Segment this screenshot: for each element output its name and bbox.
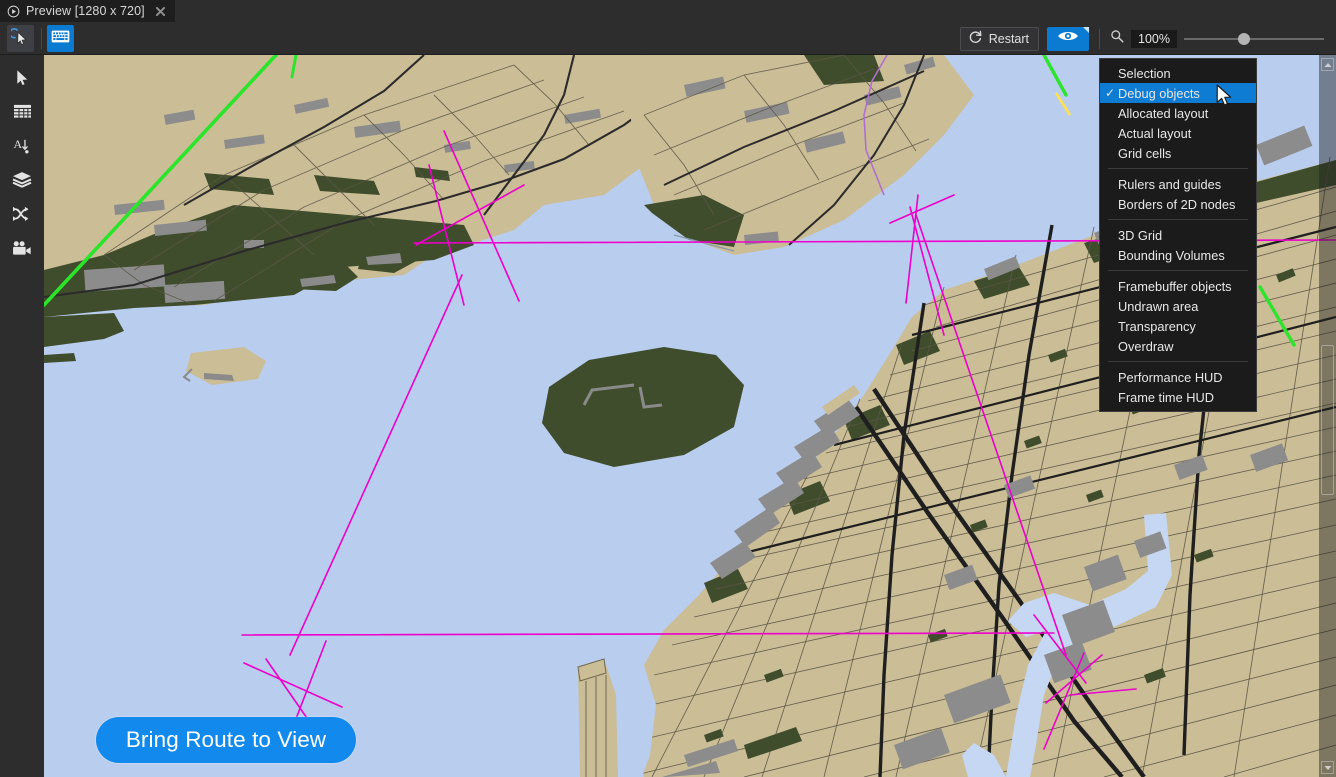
menu-item-label: Frame time HUD xyxy=(1118,390,1214,405)
arrow-pointer-icon xyxy=(14,69,31,91)
toolbar-divider xyxy=(41,28,42,49)
eye-icon xyxy=(1057,29,1079,48)
menu-item-selection[interactable]: Selection xyxy=(1100,63,1256,83)
menu-item-label: Allocated layout xyxy=(1118,106,1208,121)
menu-item-framebuffer-objects[interactable]: Framebuffer objects xyxy=(1100,276,1256,296)
menu-item-label: Actual layout xyxy=(1118,126,1191,141)
table-grid-icon xyxy=(13,103,32,125)
menu-item-rulers-and-guides[interactable]: Rulers and guides xyxy=(1100,174,1256,194)
menu-item-label: Debug objects xyxy=(1118,86,1200,101)
menu-item-label: 3D Grid xyxy=(1118,228,1162,243)
close-icon[interactable] xyxy=(154,5,167,18)
sidebar-item-flow[interactable] xyxy=(0,199,44,233)
restart-circular-arrow-icon xyxy=(968,30,983,48)
sidebar-item-table[interactable] xyxy=(0,97,44,131)
corner-triangle-icon xyxy=(1083,27,1089,33)
restart-label: Restart xyxy=(989,32,1029,46)
play-circle-icon xyxy=(7,5,20,18)
debug-visualization-menu[interactable]: Selection✓Debug objects Allocated layout A… xyxy=(1099,58,1257,412)
sidebar-item-fonts[interactable]: A xyxy=(0,131,44,165)
menu-item-label: Framebuffer objects xyxy=(1118,279,1232,294)
menu-item-label: Bounding Volumes xyxy=(1118,248,1225,263)
menu-item-performance-hud[interactable]: Performance HUD xyxy=(1100,367,1256,387)
menu-item-overdraw[interactable]: Overdraw xyxy=(1100,336,1256,356)
keyboard-icon xyxy=(51,29,70,49)
menu-item-label: Grid cells xyxy=(1118,146,1171,161)
menu-item-label: Transparency xyxy=(1118,319,1196,334)
menu-item-undrawn-area[interactable]: Undrawn area xyxy=(1100,296,1256,316)
checkmark-icon: ✓ xyxy=(1105,86,1115,100)
menu-item-3d-grid[interactable]: 3D Grid xyxy=(1100,225,1256,245)
viewport-vertical-scrollbar[interactable] xyxy=(1319,55,1336,777)
menu-item-actual-layout[interactable]: Actual layout xyxy=(1100,123,1256,143)
debug-visualization-button[interactable] xyxy=(1047,27,1089,51)
tab-title: Preview [1280 x 720] xyxy=(26,4,145,18)
bring-route-to-view-button[interactable]: Bring Route to View xyxy=(96,717,356,763)
menu-item-label: Rulers and guides xyxy=(1118,177,1221,192)
menu-separator xyxy=(1108,168,1248,169)
text-sort-icon: A xyxy=(13,137,32,160)
zoom-slider-knob[interactable] xyxy=(1238,33,1250,45)
branch-merge-icon xyxy=(12,205,32,228)
menu-item-label: Overdraw xyxy=(1118,339,1173,354)
menu-item-label: Selection xyxy=(1118,66,1171,81)
toolbar-divider-2 xyxy=(1099,29,1100,49)
toolbar-right-group: Restart 100% xyxy=(960,22,1336,55)
menu-item-label: Undrawn area xyxy=(1118,299,1198,314)
tab-preview[interactable]: Preview [1280 x 720] xyxy=(0,0,175,22)
left-tool-dock: A xyxy=(0,55,44,777)
zoom-slider[interactable] xyxy=(1184,32,1324,46)
sidebar-item-select[interactable] xyxy=(0,63,44,97)
triangle-down-icon[interactable] xyxy=(1321,761,1334,774)
layers-stack-icon xyxy=(12,171,32,193)
menu-separator xyxy=(1108,361,1248,362)
zoom-value[interactable]: 100% xyxy=(1131,30,1177,48)
menu-item-grid-cells[interactable]: Grid cells xyxy=(1100,143,1256,163)
tab-bar-empty xyxy=(175,0,1336,22)
menu-item-label: Borders of 2D nodes xyxy=(1118,197,1235,212)
menu-item-label: Performance HUD xyxy=(1118,370,1223,385)
zoom-control: 100% xyxy=(1110,29,1336,48)
zoom-slider-track xyxy=(1184,38,1324,40)
menu-separator xyxy=(1108,270,1248,271)
tab-bar: Preview [1280 x 720] xyxy=(0,0,1336,22)
virtual-keyboard-tool[interactable] xyxy=(47,25,74,52)
cursor-tap-icon xyxy=(11,27,30,51)
menu-item-borders-of-2d-nodes[interactable]: Borders of 2D nodes xyxy=(1100,194,1256,214)
svg-text:A: A xyxy=(13,137,22,151)
sidebar-item-layers[interactable] xyxy=(0,165,44,199)
video-camera-icon xyxy=(12,240,32,261)
restart-button[interactable]: Restart xyxy=(960,27,1039,51)
scrollbar-thumb[interactable] xyxy=(1321,345,1334,495)
menu-item-bounding-volumes[interactable]: Bounding Volumes xyxy=(1100,245,1256,265)
menu-item-frame-time-hud[interactable]: Frame time HUD xyxy=(1100,387,1256,407)
mouse-cursor-icon xyxy=(1216,84,1233,113)
main-toolbar: Restart 100% xyxy=(0,22,1336,55)
triangle-up-icon[interactable] xyxy=(1321,58,1334,71)
sidebar-item-record[interactable] xyxy=(0,233,44,267)
pointer-select-tool[interactable] xyxy=(7,25,34,52)
magnifier-icon[interactable] xyxy=(1110,29,1124,48)
menu-separator xyxy=(1108,219,1248,220)
menu-item-transparency[interactable]: Transparency xyxy=(1100,316,1256,336)
